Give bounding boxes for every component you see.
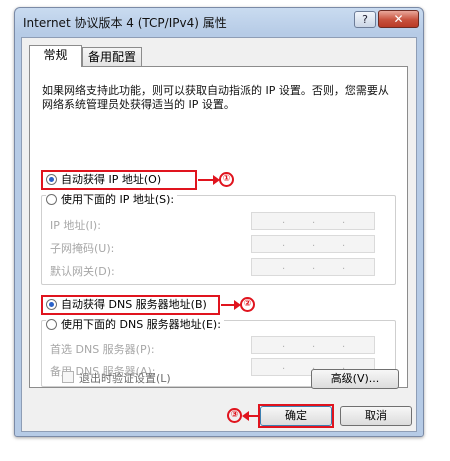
description-text: 如果网络支持此功能，则可以获取自动指派的 IP 设置。否则，您需要从网络系统管理… bbox=[42, 84, 389, 111]
dialog-client-area: 常规 备用配置 如果网络支持此功能，则可以获取自动指派的 IP 设置。否则，您需… bbox=[21, 37, 417, 432]
use-following-ip-label: 使用下面的 IP 地址(S): bbox=[61, 193, 175, 206]
help-button[interactable]: ? bbox=[354, 11, 376, 28]
tab-general[interactable]: 常规 bbox=[29, 45, 82, 67]
annotation-arrow-2 bbox=[221, 300, 241, 310]
subnet-mask-input[interactable]: ... bbox=[251, 235, 375, 253]
annotation-marker-1: ① bbox=[219, 172, 234, 187]
ip-address-label: IP 地址(I): bbox=[50, 219, 101, 232]
annotation-arrow-1 bbox=[198, 175, 220, 185]
properties-dialog: Internet 协议版本 4 (TCP/IPv4) 属性 ? ✕ 常规 备用配… bbox=[14, 7, 424, 437]
subnet-mask-label: 子网掩码(U): bbox=[50, 242, 115, 255]
highlight-box-2 bbox=[41, 295, 220, 315]
highlight-box-3 bbox=[258, 404, 334, 428]
highlight-box-1 bbox=[41, 170, 197, 190]
use-following-dns-label: 使用下面的 DNS 服务器地址(E): bbox=[61, 318, 221, 331]
validate-on-exit-label: 退出时验证设置(L) bbox=[79, 372, 171, 385]
default-gateway-input[interactable]: ... bbox=[251, 258, 375, 276]
validate-on-exit-checkbox[interactable] bbox=[62, 371, 74, 383]
default-gateway-label: 默认网关(D): bbox=[50, 265, 115, 278]
use-following-ip-radio[interactable] bbox=[46, 194, 57, 205]
use-following-dns-option[interactable]: 使用下面的 DNS 服务器地址(E): bbox=[46, 318, 224, 332]
annotation-marker-2: ② bbox=[240, 297, 255, 312]
ip-address-input[interactable]: ... bbox=[251, 212, 375, 230]
preferred-dns-input[interactable]: ... bbox=[251, 336, 375, 354]
annotation-marker-3: ③ bbox=[227, 408, 242, 423]
use-following-dns-radio[interactable] bbox=[46, 319, 57, 330]
close-button[interactable]: ✕ bbox=[378, 10, 419, 28]
window-title: Internet 协议版本 4 (TCP/IPv4) 属性 bbox=[23, 16, 227, 30]
general-tab-panel: 如果网络支持此功能，则可以获取自动指派的 IP 设置。否则，您需要从网络系统管理… bbox=[29, 66, 408, 388]
advanced-button[interactable]: 高级(V)... bbox=[311, 369, 399, 389]
preferred-dns-label: 首选 DNS 服务器(P): bbox=[50, 343, 155, 356]
title-bar[interactable]: Internet 协议版本 4 (TCP/IPv4) 属性 ? ✕ bbox=[15, 8, 423, 34]
tab-alternate-configuration[interactable]: 备用配置 bbox=[82, 47, 142, 67]
cancel-button[interactable]: 取消 bbox=[340, 406, 412, 426]
use-following-ip-option[interactable]: 使用下面的 IP 地址(S): bbox=[46, 193, 178, 207]
